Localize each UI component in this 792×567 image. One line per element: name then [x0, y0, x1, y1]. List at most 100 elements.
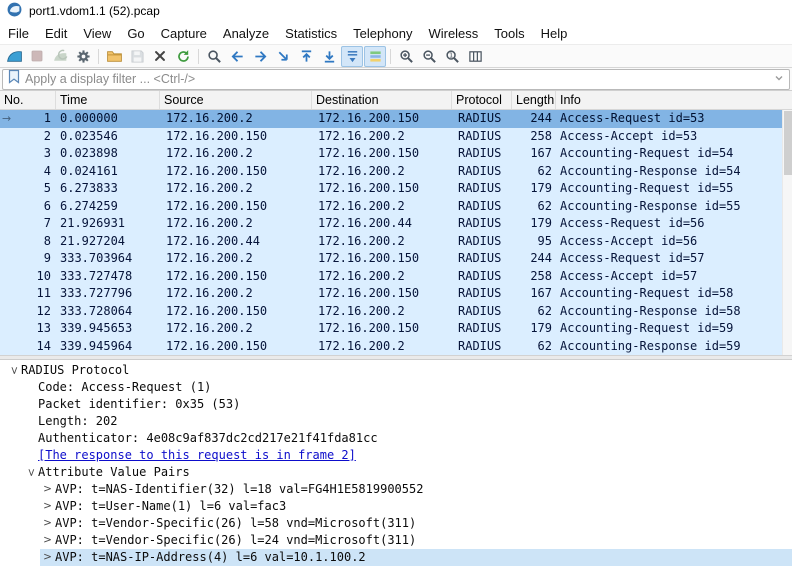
- cell-info: Accounting-Request id=54: [556, 145, 792, 163]
- cell-info: Accounting-Request id=58: [556, 285, 792, 303]
- capture-options-button[interactable]: [72, 46, 94, 67]
- packet-row-7[interactable]: 721.926931172.16.200.2172.16.200.44RADIU…: [0, 215, 792, 233]
- cell-length: 62: [512, 198, 556, 216]
- packet-row-4[interactable]: 40.024161172.16.200.150172.16.200.2RADIU…: [0, 163, 792, 181]
- detail-line-6[interactable]: >Attribute Value Pairs: [0, 464, 792, 481]
- auto-scroll-button[interactable]: [341, 46, 363, 67]
- packet-row-13[interactable]: 13339.945653172.16.200.2172.16.200.150RA…: [0, 320, 792, 338]
- go-last-packet-button[interactable]: [318, 46, 340, 67]
- go-to-packet-button[interactable]: [272, 46, 294, 67]
- packet-row-10[interactable]: 10333.727478172.16.200.150172.16.200.2RA…: [0, 268, 792, 286]
- reload-file-button[interactable]: [172, 46, 194, 67]
- column-header-source[interactable]: Source: [160, 91, 312, 109]
- menu-analyze[interactable]: Analyze: [215, 23, 277, 44]
- packet-row-6[interactable]: 66.274259172.16.200.150172.16.200.2RADIU…: [0, 198, 792, 216]
- close-file-button[interactable]: [149, 46, 171, 67]
- cell-no: 11: [0, 285, 56, 303]
- cell-time: 21.926931: [56, 215, 160, 233]
- cell-info: Accounting-Response id=59: [556, 338, 792, 356]
- cell-source: 172.16.200.2: [160, 145, 312, 163]
- menu-wireless[interactable]: Wireless: [420, 23, 486, 44]
- expand-icon[interactable]: >: [40, 549, 55, 566]
- cell-source: 172.16.200.2: [160, 180, 312, 198]
- detail-line-0[interactable]: >RADIUS Protocol: [0, 362, 792, 379]
- packet-row-11[interactable]: 11333.727796172.16.200.2172.16.200.150RA…: [0, 285, 792, 303]
- colorize-button[interactable]: [364, 46, 386, 67]
- menu-telephony[interactable]: Telephony: [345, 23, 420, 44]
- packet-row-5[interactable]: 56.273833172.16.200.2172.16.200.150RADIU…: [0, 180, 792, 198]
- display-filter-input[interactable]: Apply a display filter ... <Ctrl-/>: [2, 69, 790, 90]
- zoom-original-button[interactable]: 1: [441, 46, 463, 67]
- filter-dropdown-icon[interactable]: [774, 70, 784, 88]
- packet-row-12[interactable]: 12333.728064172.16.200.150172.16.200.2RA…: [0, 303, 792, 321]
- expand-icon[interactable]: >: [40, 481, 55, 498]
- detail-text: Packet identifier: 0x35 (53): [38, 396, 240, 413]
- cell-info: Access-Accept id=56: [556, 233, 792, 251]
- detail-line-9[interactable]: >AVP: t=Vendor-Specific(26) l=58 vnd=Mic…: [0, 515, 792, 532]
- cell-protocol: RADIUS: [452, 285, 512, 303]
- menu-help[interactable]: Help: [533, 23, 576, 44]
- find-packet-button[interactable]: [203, 46, 225, 67]
- detail-line-3[interactable]: Length: 202: [0, 413, 792, 430]
- cell-destination: 172.16.200.2: [312, 233, 452, 251]
- scrollbar-thumb[interactable]: [784, 111, 792, 175]
- restart-capture-button[interactable]: [49, 46, 71, 67]
- go-first-packet-button[interactable]: [295, 46, 317, 67]
- detail-line-8[interactable]: >AVP: t=User-Name(1) l=6 val=fac3: [0, 498, 792, 515]
- packet-row-8[interactable]: 821.927204172.16.200.44172.16.200.2RADIU…: [0, 233, 792, 251]
- menu-edit[interactable]: Edit: [37, 23, 75, 44]
- packet-row-9[interactable]: 9333.703964172.16.200.2172.16.200.150RAD…: [0, 250, 792, 268]
- column-header-destination[interactable]: Destination: [312, 91, 452, 109]
- expand-icon[interactable]: >: [40, 532, 55, 549]
- menu-file[interactable]: File: [0, 23, 37, 44]
- cell-destination: 172.16.200.2: [312, 303, 452, 321]
- column-header-time[interactable]: Time: [56, 91, 160, 109]
- detail-line-11[interactable]: >AVP: t=NAS-IP-Address(4) l=6 val=10.1.1…: [0, 549, 792, 566]
- zoom-out-button[interactable]: [418, 46, 440, 67]
- packet-row-3[interactable]: 30.023898172.16.200.2172.16.200.150RADIU…: [0, 145, 792, 163]
- zoom-in-button[interactable]: [395, 46, 417, 67]
- menu-statistics[interactable]: Statistics: [277, 23, 345, 44]
- start-capture-button[interactable]: [3, 46, 25, 67]
- save-file-button[interactable]: [126, 46, 148, 67]
- toolbar-separator: [390, 49, 391, 64]
- open-file-button[interactable]: [103, 46, 125, 67]
- packet-row-2[interactable]: 20.023546172.16.200.150172.16.200.2RADIU…: [0, 128, 792, 146]
- resize-columns-button[interactable]: [464, 46, 486, 67]
- menu-go[interactable]: Go: [119, 23, 152, 44]
- menu-capture[interactable]: Capture: [153, 23, 215, 44]
- cell-time: 0.023546: [56, 128, 160, 146]
- find-packet-icon: [207, 49, 222, 64]
- detail-line-7[interactable]: >AVP: t=NAS-Identifier(32) l=18 val=FG4H…: [0, 481, 792, 498]
- packet-list-scrollbar[interactable]: [782, 110, 792, 355]
- expand-icon[interactable]: >: [40, 515, 55, 532]
- packet-row-14[interactable]: 14339.945964172.16.200.150172.16.200.2RA…: [0, 338, 792, 356]
- stop-capture-button[interactable]: [26, 46, 48, 67]
- toolbar-separator: [198, 49, 199, 64]
- detail-line-10[interactable]: >AVP: t=Vendor-Specific(26) l=24 vnd=Mic…: [0, 532, 792, 549]
- detail-line-2[interactable]: Packet identifier: 0x35 (53): [0, 396, 792, 413]
- response-frame-link[interactable]: [The response to this request is in fram…: [0, 447, 792, 464]
- column-header-length[interactable]: Length: [512, 91, 556, 109]
- cell-info: Accounting-Response id=55: [556, 198, 792, 216]
- collapse-icon[interactable]: >: [5, 363, 22, 378]
- cell-length: 179: [512, 215, 556, 233]
- collapse-icon[interactable]: >: [22, 465, 39, 480]
- column-header-no[interactable]: No.: [0, 91, 56, 109]
- go-back-button[interactable]: [226, 46, 248, 67]
- column-header-protocol[interactable]: Protocol: [452, 91, 512, 109]
- column-header-info[interactable]: Info: [556, 91, 792, 109]
- go-forward-button[interactable]: [249, 46, 271, 67]
- detail-line-1[interactable]: Code: Access-Request (1): [0, 379, 792, 396]
- filter-bookmark-icon[interactable]: [8, 69, 20, 89]
- cell-length: 62: [512, 163, 556, 181]
- packet-row-1[interactable]: 1→0.000000172.16.200.2172.16.200.150RADI…: [0, 110, 792, 128]
- wireshark-logo-icon: [7, 2, 22, 20]
- menu-tools[interactable]: Tools: [486, 23, 532, 44]
- cell-destination: 172.16.200.150: [312, 110, 452, 128]
- menu-view[interactable]: View: [75, 23, 119, 44]
- svg-text:1: 1: [448, 50, 452, 59]
- detail-line-4[interactable]: Authenticator: 4e08c9af837dc2cd217e21f41…: [0, 430, 792, 447]
- cell-destination: 172.16.200.150: [312, 285, 452, 303]
- expand-icon[interactable]: >: [40, 498, 55, 515]
